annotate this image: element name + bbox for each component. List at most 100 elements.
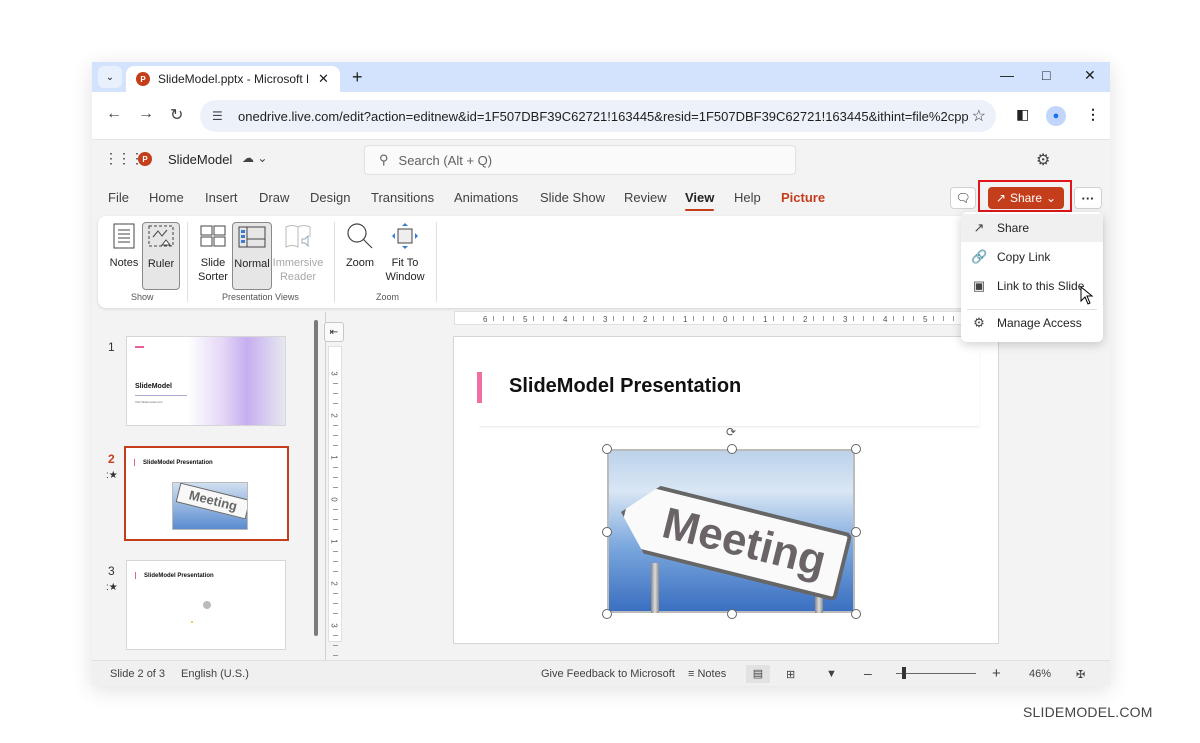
fit-slide-icon[interactable]: ✠	[1076, 668, 1085, 681]
menu-item-copy-link[interactable]: 🔗 Copy Link	[961, 243, 1103, 271]
normal-view-status-button[interactable]: ▤	[746, 665, 770, 683]
slide-sorter-status-icon[interactable]: ⊞	[786, 668, 795, 681]
saved-status-icon[interactable]: ☁ ⌄	[242, 151, 267, 165]
zoom-slider[interactable]	[896, 673, 976, 674]
rotate-handle-icon[interactable]: ⟳	[726, 425, 736, 439]
presenter-view-icon[interactable]: ▼	[826, 668, 837, 680]
resize-handle-bottom[interactable]	[727, 609, 737, 619]
search-input[interactable]: ⚲ Search (Alt + Q)	[364, 145, 796, 175]
thumbnail-title: SlideModel	[135, 383, 172, 390]
tab-view[interactable]: View	[685, 190, 715, 211]
resize-handle-top-right[interactable]	[851, 444, 861, 454]
share-label: Share	[1009, 191, 1043, 205]
slide-thumbnail-2[interactable]: SlideModel Presentation Meeting	[124, 446, 289, 541]
site-settings-icon[interactable]: ☰	[212, 109, 230, 123]
zoom-level[interactable]: 46%	[1029, 668, 1051, 680]
thumbnail-image: Meeting	[172, 482, 248, 530]
tab-transitions[interactable]: Transitions	[371, 190, 434, 205]
resize-handle-bottom-left[interactable]	[602, 609, 612, 619]
thumbnail-sign: Meeting	[175, 483, 247, 520]
tab-insert[interactable]: Insert	[205, 190, 238, 205]
share-button[interactable]: ↗ Share ⌄	[988, 187, 1064, 209]
fit-to-window-button[interactable]: Fit To Window	[382, 222, 428, 284]
thumbnail-number: 1	[108, 340, 115, 354]
tab-picture[interactable]: Picture	[781, 190, 825, 205]
ribbon-view: Notes Ruler Show Slide Sorter Normal Imm…	[98, 216, 1102, 308]
resize-handle-right[interactable]	[851, 527, 861, 537]
pane-splitter[interactable]	[325, 312, 326, 660]
ruler-tick	[333, 509, 338, 510]
ruler-label: 3	[329, 371, 339, 376]
browser-menu-icon[interactable]: ⋮	[1086, 106, 1100, 123]
maximize-icon[interactable]: □	[1042, 67, 1050, 83]
tab-home[interactable]: Home	[149, 190, 184, 205]
tab-design[interactable]: Design	[310, 190, 350, 205]
collapse-pane-button[interactable]: ⇤	[324, 322, 344, 342]
slide-sorter-button[interactable]: Slide Sorter	[196, 222, 230, 284]
slide-thumbnail-3[interactable]: SlideModel Presentation	[126, 560, 286, 650]
selected-picture[interactable]: Meeting	[607, 449, 855, 613]
slide-sorter-label-2: Sorter	[198, 271, 228, 283]
ruler-label: 3	[843, 315, 848, 324]
immersive-reader-button[interactable]: Immersive Reader	[273, 222, 323, 284]
audio-object-icon	[203, 601, 211, 609]
feedback-link[interactable]: Give Feedback to Microsoft	[541, 668, 675, 680]
zoom-out-button[interactable]: –	[864, 665, 872, 681]
tab-search-button[interactable]: ⌄	[98, 66, 122, 88]
vertical-ruler: 3 2 1 0 1 2 3	[328, 346, 342, 656]
tab-file[interactable]: File	[108, 190, 129, 205]
tab-draw[interactable]: Draw	[259, 190, 289, 205]
language-indicator[interactable]: English (U.S.)	[181, 668, 249, 680]
side-panel-icon[interactable]: ◧	[1016, 106, 1029, 123]
gear-icon: ⚙	[973, 315, 985, 330]
normal-view-button[interactable]: Normal	[232, 222, 272, 290]
ruler-tick	[333, 571, 338, 572]
url-input[interactable]: ☰ onedrive.live.com/edit?action=editnew&…	[200, 100, 996, 132]
ruler-label: 2	[329, 413, 339, 418]
notes-toggle[interactable]: ≡ Notes	[688, 668, 726, 680]
zoom-slider-thumb[interactable]	[902, 667, 906, 679]
slide-thumbnail-1[interactable]: SlideModel Visit Slidemodel.com	[126, 336, 286, 426]
forward-icon[interactable]: →	[138, 105, 154, 123]
back-icon[interactable]: ←	[106, 105, 122, 123]
powerpoint-icon: P	[136, 72, 150, 86]
menu-item-manage-access[interactable]: ⚙ Manage Access	[961, 309, 1103, 337]
document-name[interactable]: SlideModel	[168, 152, 232, 167]
powerpoint-logo: P	[138, 152, 152, 166]
slide-canvas[interactable]: SlideModel Presentation ⟳ Meeting	[453, 336, 999, 644]
thumbnail-title: SlideModel Presentation	[144, 573, 214, 579]
menu-item-share[interactable]: ↗ Share	[961, 214, 1103, 242]
comments-button[interactable]: 🗨	[950, 187, 976, 209]
notes-button[interactable]: Notes	[106, 222, 142, 270]
slide-title[interactable]: SlideModel Presentation	[509, 375, 741, 398]
tab-slide-show[interactable]: Slide Show	[540, 190, 605, 205]
zoom-button[interactable]: Zoom	[342, 222, 378, 270]
resize-handle-top-left[interactable]	[602, 444, 612, 454]
minimize-icon[interactable]: —	[1000, 67, 1014, 83]
settings-gear-icon[interactable]: ⚙	[1036, 150, 1050, 170]
close-window-icon[interactable]: ✕	[1084, 67, 1096, 84]
bookmark-star-icon[interactable]: ☆	[972, 106, 986, 126]
fit-label-1: Fit To	[391, 257, 419, 269]
reload-icon[interactable]: ↻	[170, 105, 183, 125]
zoom-in-button[interactable]: +	[992, 665, 1001, 682]
new-tab-button[interactable]: +	[352, 67, 363, 88]
tab-animations[interactable]: Animations	[454, 190, 518, 205]
more-options-button[interactable]: ···	[1074, 187, 1102, 209]
profile-avatar[interactable]: ●	[1046, 106, 1066, 126]
thumbnails-scrollbar[interactable]	[314, 320, 318, 636]
resize-handle-left[interactable]	[602, 527, 612, 537]
ruler-button[interactable]: Ruler	[142, 222, 180, 290]
thumbnail-pink-bar	[135, 572, 136, 579]
ruler-tick	[333, 645, 338, 646]
resize-handle-top[interactable]	[727, 444, 737, 454]
ruler-tick	[653, 316, 654, 321]
ruler-tick	[853, 316, 854, 321]
tab-review[interactable]: Review	[624, 190, 667, 205]
tab-help[interactable]: Help	[734, 190, 761, 205]
browser-tab[interactable]: P SlideModel.pptx - Microsoft Po ✕	[126, 66, 340, 92]
address-bar-row: ← → ↻ ☰ onedrive.live.com/edit?action=ed…	[92, 92, 1110, 140]
resize-handle-bottom-right[interactable]	[851, 609, 861, 619]
notes-label: Notes	[109, 257, 139, 269]
close-tab-icon[interactable]: ✕	[318, 71, 329, 87]
